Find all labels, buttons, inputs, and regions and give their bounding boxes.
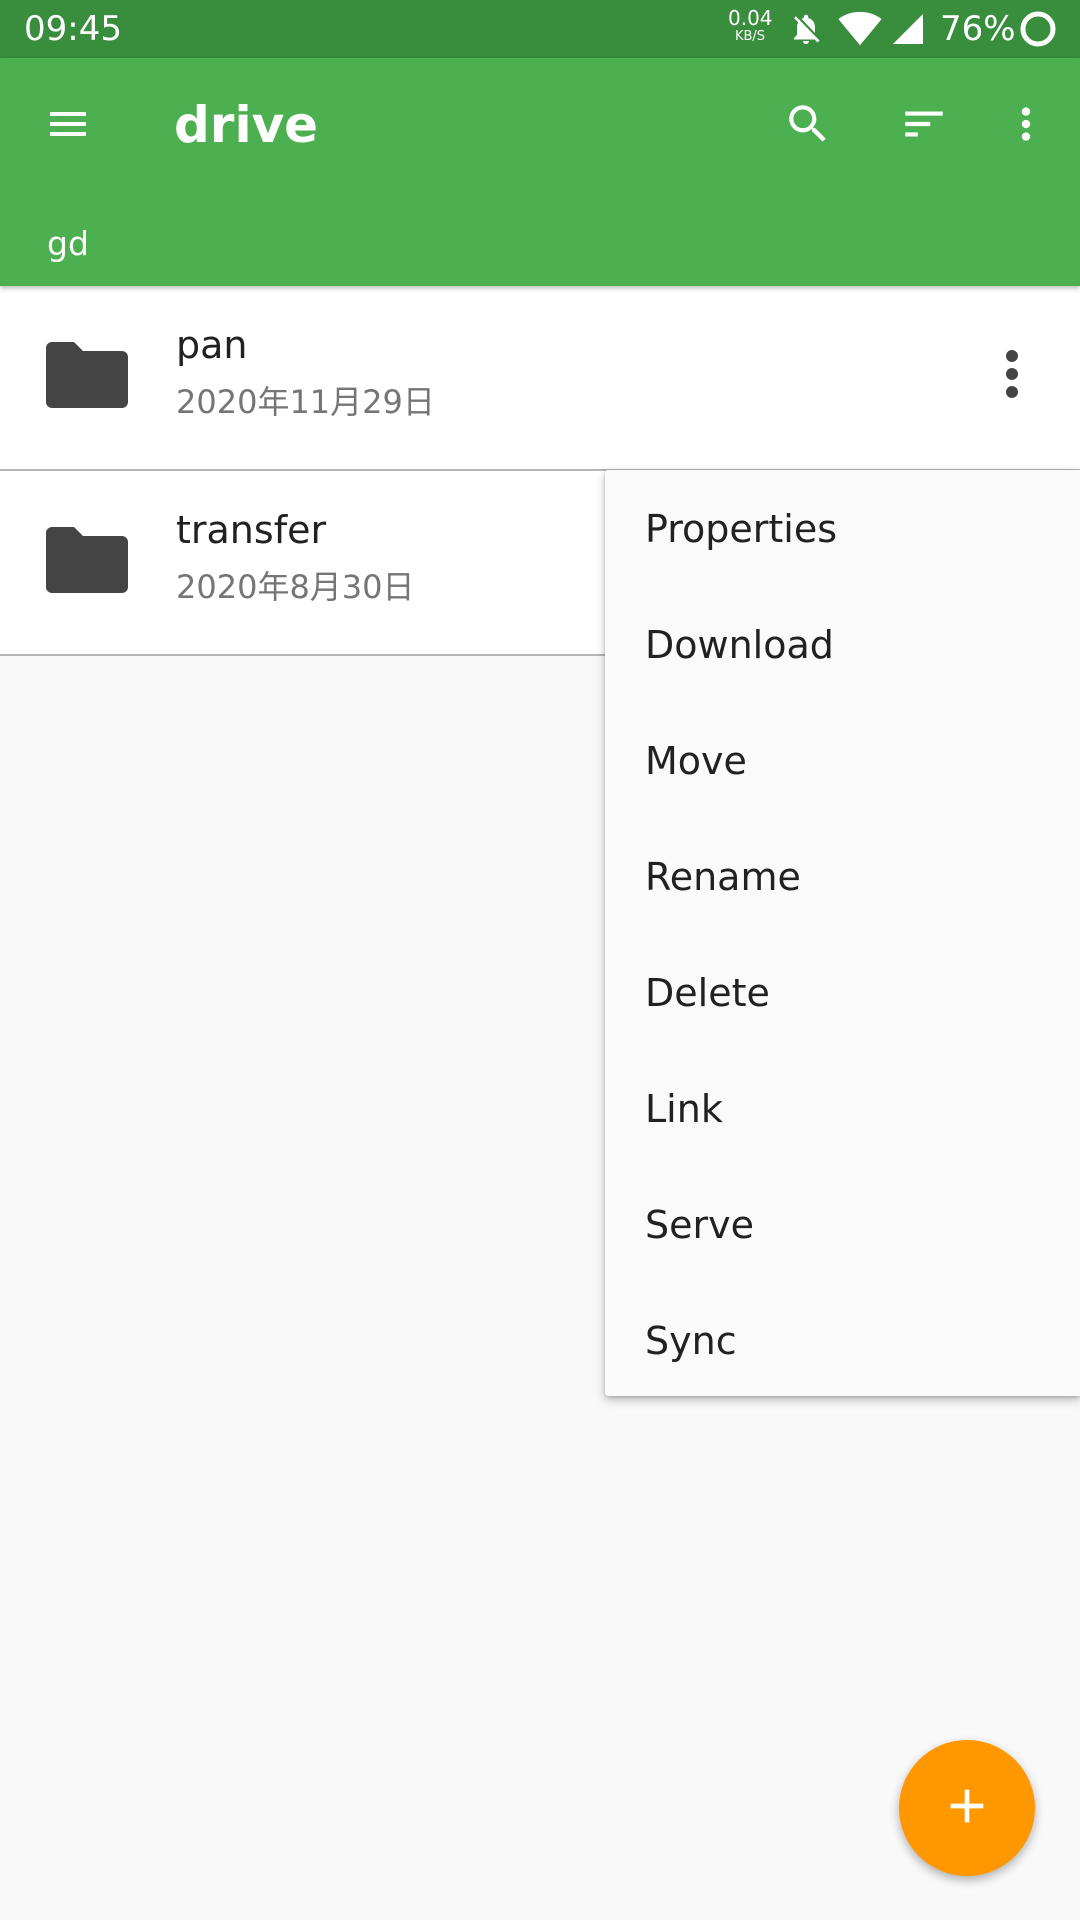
- nav-menu-button[interactable]: [32, 90, 104, 162]
- menu-item-label: Download: [645, 623, 834, 667]
- page-title: drive: [174, 96, 319, 154]
- overflow-menu-button[interactable]: [990, 90, 1062, 162]
- menu-item-sync[interactable]: Sync: [605, 1282, 1080, 1398]
- context-menu: Properties Download Move Rename Delete L…: [605, 470, 1080, 1396]
- file-name: pan: [176, 323, 248, 367]
- folder-icon: [46, 527, 128, 597]
- network-speed: 0.04 KB/S: [728, 6, 773, 44]
- menu-item-label: Delete: [645, 971, 770, 1015]
- menu-item-label: Properties: [645, 507, 838, 551]
- menu-item-rename[interactable]: Rename: [605, 818, 1080, 934]
- menu-item-label: Link: [645, 1087, 723, 1131]
- file-row-pan[interactable]: pan 2020年11月29日: [0, 286, 1080, 471]
- network-speed-value: 0.04: [728, 6, 773, 30]
- sort-button[interactable]: [888, 90, 960, 162]
- battery-percent: 76%: [940, 9, 1016, 49]
- status-time: 09:45: [24, 9, 122, 49]
- menu-item-download[interactable]: Download: [605, 586, 1080, 702]
- status-bar: 09:45 0.04 KB/S 76%: [0, 0, 1080, 58]
- breadcrumb[interactable]: gd: [47, 224, 89, 264]
- menu-item-label: Sync: [645, 1319, 737, 1363]
- menu-item-delete[interactable]: Delete: [605, 934, 1080, 1050]
- more-vert-icon: [1001, 99, 1051, 153]
- file-name: transfer: [176, 508, 327, 552]
- battery-ring-icon: [1018, 9, 1058, 53]
- search-button[interactable]: [772, 90, 844, 162]
- search-icon: [783, 99, 833, 153]
- file-date: 2020年11月29日: [176, 383, 435, 421]
- cell-signal-icon: [890, 11, 926, 51]
- app-bar: drive gd: [0, 58, 1080, 286]
- add-fab-button[interactable]: [899, 1740, 1035, 1876]
- menu-item-serve[interactable]: Serve: [605, 1166, 1080, 1282]
- menu-item-move[interactable]: Move: [605, 702, 1080, 818]
- menu-item-label: Rename: [645, 855, 801, 899]
- notifications-off-icon: [788, 11, 824, 51]
- folder-icon: [46, 342, 128, 412]
- menu-item-label: Serve: [645, 1203, 754, 1247]
- menu-item-properties[interactable]: Properties: [605, 470, 1080, 586]
- row-more-button[interactable]: [976, 338, 1048, 414]
- sort-icon: [899, 99, 949, 153]
- wifi-icon: [838, 11, 882, 51]
- menu-item-link[interactable]: Link: [605, 1050, 1080, 1166]
- menu-item-label: Move: [645, 739, 747, 783]
- add-icon: [939, 1778, 995, 1838]
- menu-icon: [44, 100, 92, 152]
- network-speed-unit: KB/S: [734, 29, 766, 44]
- file-date: 2020年8月30日: [176, 568, 415, 606]
